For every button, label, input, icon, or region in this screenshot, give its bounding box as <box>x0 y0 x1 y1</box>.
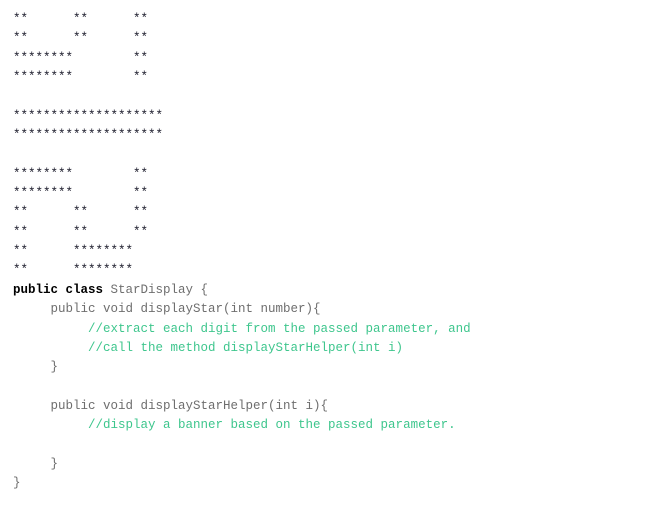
code-token-identifier: StarDisplay { <box>110 282 209 297</box>
code-line: public void displayStar(int number){ <box>13 300 653 319</box>
code-line: //extract each digit from the passed par… <box>13 320 653 339</box>
star-art-row: ******** ** <box>13 166 149 181</box>
code-line: } <box>13 455 653 474</box>
star-art-row: ******** ** <box>13 70 149 85</box>
ascii-star-banner: ** ** ** ** ** ** ******** ** ******** ** *… <box>13 10 653 281</box>
star-art-row: ** ** ** <box>13 205 149 220</box>
code-line: } <box>13 474 653 493</box>
code-token-identifier: } <box>13 360 59 375</box>
code-token-identifier: public void displayStar(int number){ <box>13 302 321 317</box>
star-art-blank-row <box>13 87 653 106</box>
star-art-row: ******** ** <box>13 50 149 65</box>
code-line: //call the method displayStarHelper(int … <box>13 339 653 358</box>
star-art-row: ** ******** <box>13 263 134 278</box>
code-token-identifier: public void displayStarHelper(int i){ <box>13 398 329 413</box>
star-art-row: ******************** <box>13 128 164 143</box>
star-art-row: ** ** ** <box>13 12 149 26</box>
code-line: } <box>13 358 653 377</box>
code-line: //display a banner based on the passed p… <box>13 416 653 435</box>
star-art-row: ** ** ** <box>13 224 149 239</box>
star-art-row: ** ** ** <box>13 31 149 46</box>
code-token-keyword: public class <box>13 282 111 297</box>
star-art-blank-row <box>13 145 653 164</box>
code-token-comment: //extract each digit from the passed par… <box>13 321 471 336</box>
code-line: public void displayStarHelper(int i){ <box>13 397 653 416</box>
code-token-comment: //display a banner based on the passed p… <box>13 418 456 433</box>
code-token-identifier: } <box>13 476 21 491</box>
code-token-comment: //call the method displayStarHelper(int … <box>13 340 404 355</box>
code-token-identifier: } <box>13 456 59 471</box>
star-art-row: ******************** <box>13 108 164 123</box>
star-art-row: ******** ** <box>13 186 149 201</box>
star-art-row: ** ******** <box>13 244 134 259</box>
code-page: ** ** ** ** ** ** ******** ** ******** ** *… <box>0 0 653 519</box>
code-line: public class StarDisplay { <box>13 281 653 300</box>
java-source-listing[interactable]: public class StarDisplay { public void d… <box>13 281 653 494</box>
